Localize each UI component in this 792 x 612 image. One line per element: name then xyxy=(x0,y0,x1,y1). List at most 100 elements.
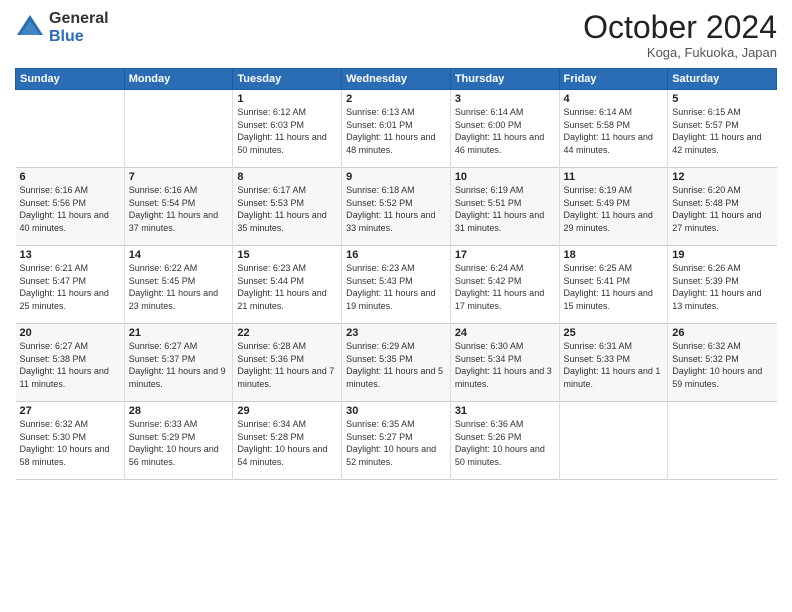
day-number: 3 xyxy=(455,93,555,105)
day-number: 21 xyxy=(129,327,229,339)
page: General Blue October 2024 Koga, Fukuoka,… xyxy=(0,0,792,612)
day-number: 15 xyxy=(237,249,337,261)
day-number: 19 xyxy=(672,249,772,261)
day-header-wednesday: Wednesday xyxy=(342,69,451,90)
day-number: 7 xyxy=(129,171,229,183)
day-number: 2 xyxy=(346,93,446,105)
calendar-cell: 29Sunrise: 6:34 AM Sunset: 5:28 PM Dayli… xyxy=(233,402,342,480)
week-row-3: 13Sunrise: 6:21 AM Sunset: 5:47 PM Dayli… xyxy=(16,246,777,324)
cell-info: Sunrise: 6:13 AM Sunset: 6:01 PM Dayligh… xyxy=(346,106,446,156)
calendar-cell: 21Sunrise: 6:27 AM Sunset: 5:37 PM Dayli… xyxy=(124,324,233,402)
calendar-cell: 8Sunrise: 6:17 AM Sunset: 5:53 PM Daylig… xyxy=(233,168,342,246)
day-number: 27 xyxy=(20,405,120,417)
calendar-cell: 2Sunrise: 6:13 AM Sunset: 6:01 PM Daylig… xyxy=(342,90,451,168)
location-subtitle: Koga, Fukuoka, Japan xyxy=(583,45,777,60)
day-number: 9 xyxy=(346,171,446,183)
day-header-sunday: Sunday xyxy=(16,69,125,90)
day-number: 18 xyxy=(564,249,664,261)
calendar-cell xyxy=(668,402,777,480)
cell-info: Sunrise: 6:14 AM Sunset: 6:00 PM Dayligh… xyxy=(455,106,555,156)
cell-info: Sunrise: 6:12 AM Sunset: 6:03 PM Dayligh… xyxy=(237,106,337,156)
cell-info: Sunrise: 6:34 AM Sunset: 5:28 PM Dayligh… xyxy=(237,418,337,468)
calendar-cell: 16Sunrise: 6:23 AM Sunset: 5:43 PM Dayli… xyxy=(342,246,451,324)
cell-info: Sunrise: 6:27 AM Sunset: 5:38 PM Dayligh… xyxy=(20,340,120,390)
day-number: 24 xyxy=(455,327,555,339)
calendar-cell xyxy=(16,90,125,168)
day-header-friday: Friday xyxy=(559,69,668,90)
cell-info: Sunrise: 6:24 AM Sunset: 5:42 PM Dayligh… xyxy=(455,262,555,312)
week-row-5: 27Sunrise: 6:32 AM Sunset: 5:30 PM Dayli… xyxy=(16,402,777,480)
calendar-cell: 31Sunrise: 6:36 AM Sunset: 5:26 PM Dayli… xyxy=(450,402,559,480)
logo-blue: Blue xyxy=(49,28,109,46)
day-number: 14 xyxy=(129,249,229,261)
cell-info: Sunrise: 6:32 AM Sunset: 5:30 PM Dayligh… xyxy=(20,418,120,468)
cell-info: Sunrise: 6:23 AM Sunset: 5:44 PM Dayligh… xyxy=(237,262,337,312)
week-row-1: 1Sunrise: 6:12 AM Sunset: 6:03 PM Daylig… xyxy=(16,90,777,168)
day-number: 4 xyxy=(564,93,664,105)
calendar-cell: 12Sunrise: 6:20 AM Sunset: 5:48 PM Dayli… xyxy=(668,168,777,246)
calendar-cell: 23Sunrise: 6:29 AM Sunset: 5:35 PM Dayli… xyxy=(342,324,451,402)
day-number: 10 xyxy=(455,171,555,183)
calendar-cell: 15Sunrise: 6:23 AM Sunset: 5:44 PM Dayli… xyxy=(233,246,342,324)
calendar-cell: 30Sunrise: 6:35 AM Sunset: 5:27 PM Dayli… xyxy=(342,402,451,480)
day-header-monday: Monday xyxy=(124,69,233,90)
calendar-cell: 24Sunrise: 6:30 AM Sunset: 5:34 PM Dayli… xyxy=(450,324,559,402)
day-header-thursday: Thursday xyxy=(450,69,559,90)
calendar-cell: 9Sunrise: 6:18 AM Sunset: 5:52 PM Daylig… xyxy=(342,168,451,246)
cell-info: Sunrise: 6:26 AM Sunset: 5:39 PM Dayligh… xyxy=(672,262,772,312)
day-number: 6 xyxy=(20,171,120,183)
cell-info: Sunrise: 6:25 AM Sunset: 5:41 PM Dayligh… xyxy=(564,262,664,312)
day-number: 12 xyxy=(672,171,772,183)
logo-icon xyxy=(15,13,45,43)
cell-info: Sunrise: 6:14 AM Sunset: 5:58 PM Dayligh… xyxy=(564,106,664,156)
cell-info: Sunrise: 6:30 AM Sunset: 5:34 PM Dayligh… xyxy=(455,340,555,390)
day-number: 17 xyxy=(455,249,555,261)
cell-info: Sunrise: 6:19 AM Sunset: 5:51 PM Dayligh… xyxy=(455,184,555,234)
cell-info: Sunrise: 6:16 AM Sunset: 5:54 PM Dayligh… xyxy=(129,184,229,234)
calendar-cell: 14Sunrise: 6:22 AM Sunset: 5:45 PM Dayli… xyxy=(124,246,233,324)
cell-info: Sunrise: 6:36 AM Sunset: 5:26 PM Dayligh… xyxy=(455,418,555,468)
day-number: 30 xyxy=(346,405,446,417)
day-number: 8 xyxy=(237,171,337,183)
calendar-cell: 27Sunrise: 6:32 AM Sunset: 5:30 PM Dayli… xyxy=(16,402,125,480)
day-number: 11 xyxy=(564,171,664,183)
day-number: 16 xyxy=(346,249,446,261)
cell-info: Sunrise: 6:15 AM Sunset: 5:57 PM Dayligh… xyxy=(672,106,772,156)
calendar-cell: 25Sunrise: 6:31 AM Sunset: 5:33 PM Dayli… xyxy=(559,324,668,402)
cell-info: Sunrise: 6:21 AM Sunset: 5:47 PM Dayligh… xyxy=(20,262,120,312)
month-title: October 2024 xyxy=(583,10,777,45)
calendar-cell: 22Sunrise: 6:28 AM Sunset: 5:36 PM Dayli… xyxy=(233,324,342,402)
logo-general: General xyxy=(49,10,109,28)
calendar-cell: 10Sunrise: 6:19 AM Sunset: 5:51 PM Dayli… xyxy=(450,168,559,246)
cell-info: Sunrise: 6:19 AM Sunset: 5:49 PM Dayligh… xyxy=(564,184,664,234)
day-number: 13 xyxy=(20,249,120,261)
cell-info: Sunrise: 6:31 AM Sunset: 5:33 PM Dayligh… xyxy=(564,340,664,390)
day-number: 29 xyxy=(237,405,337,417)
day-number: 25 xyxy=(564,327,664,339)
cell-info: Sunrise: 6:27 AM Sunset: 5:37 PM Dayligh… xyxy=(129,340,229,390)
day-number: 20 xyxy=(20,327,120,339)
title-area: October 2024 Koga, Fukuoka, Japan xyxy=(583,10,777,60)
header: General Blue October 2024 Koga, Fukuoka,… xyxy=(15,10,777,60)
cell-info: Sunrise: 6:20 AM Sunset: 5:48 PM Dayligh… xyxy=(672,184,772,234)
calendar-cell: 4Sunrise: 6:14 AM Sunset: 5:58 PM Daylig… xyxy=(559,90,668,168)
calendar-cell: 5Sunrise: 6:15 AM Sunset: 5:57 PM Daylig… xyxy=(668,90,777,168)
calendar-cell: 3Sunrise: 6:14 AM Sunset: 6:00 PM Daylig… xyxy=(450,90,559,168)
day-number: 22 xyxy=(237,327,337,339)
calendar-cell: 11Sunrise: 6:19 AM Sunset: 5:49 PM Dayli… xyxy=(559,168,668,246)
cell-info: Sunrise: 6:33 AM Sunset: 5:29 PM Dayligh… xyxy=(129,418,229,468)
day-header-tuesday: Tuesday xyxy=(233,69,342,90)
day-number: 31 xyxy=(455,405,555,417)
calendar-cell: 13Sunrise: 6:21 AM Sunset: 5:47 PM Dayli… xyxy=(16,246,125,324)
calendar-cell xyxy=(559,402,668,480)
calendar-cell: 19Sunrise: 6:26 AM Sunset: 5:39 PM Dayli… xyxy=(668,246,777,324)
cell-info: Sunrise: 6:17 AM Sunset: 5:53 PM Dayligh… xyxy=(237,184,337,234)
calendar-cell: 18Sunrise: 6:25 AM Sunset: 5:41 PM Dayli… xyxy=(559,246,668,324)
calendar-cell: 6Sunrise: 6:16 AM Sunset: 5:56 PM Daylig… xyxy=(16,168,125,246)
cell-info: Sunrise: 6:29 AM Sunset: 5:35 PM Dayligh… xyxy=(346,340,446,390)
cell-info: Sunrise: 6:23 AM Sunset: 5:43 PM Dayligh… xyxy=(346,262,446,312)
calendar-cell xyxy=(124,90,233,168)
cell-info: Sunrise: 6:16 AM Sunset: 5:56 PM Dayligh… xyxy=(20,184,120,234)
week-row-4: 20Sunrise: 6:27 AM Sunset: 5:38 PM Dayli… xyxy=(16,324,777,402)
cell-info: Sunrise: 6:22 AM Sunset: 5:45 PM Dayligh… xyxy=(129,262,229,312)
